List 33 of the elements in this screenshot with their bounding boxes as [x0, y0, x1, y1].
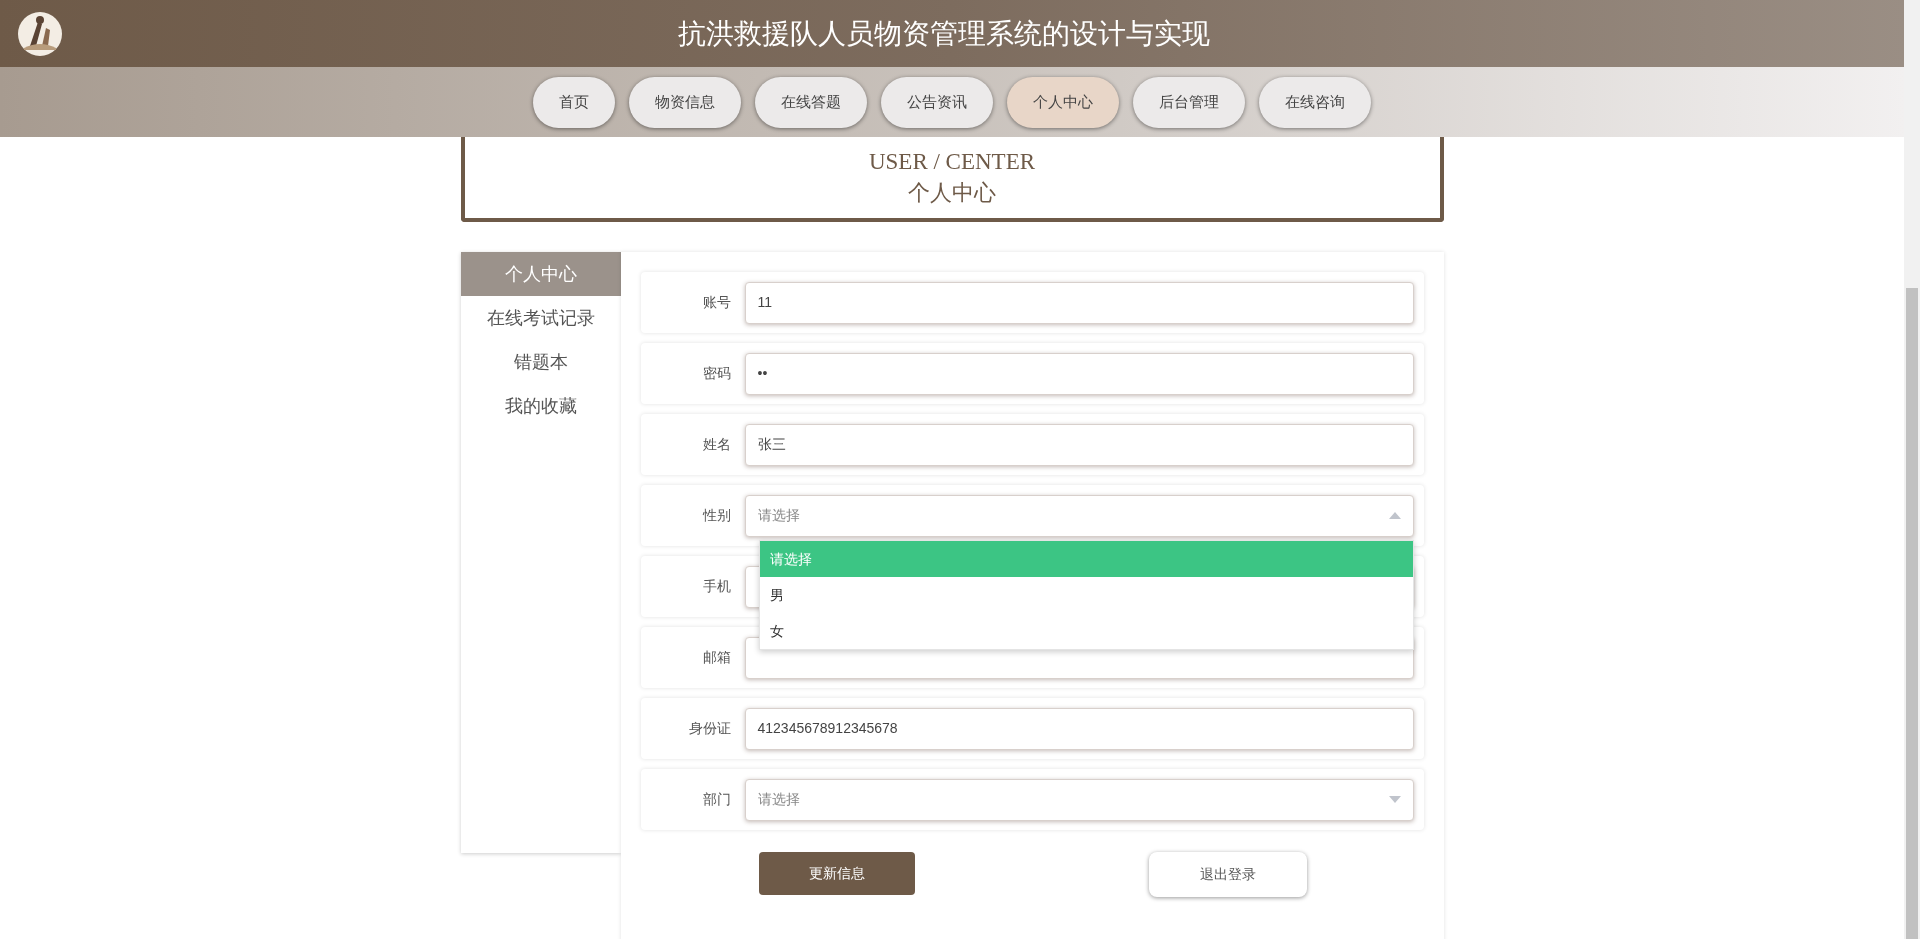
nav-tab[interactable]: 个人中心 [1007, 76, 1119, 128]
sidebar-item[interactable]: 错题本 [460, 340, 621, 384]
nav-tab[interactable]: 在线咨询 [1259, 76, 1371, 128]
input-field[interactable]: 张三 [744, 423, 1414, 466]
field-label: 部门 [701, 790, 732, 809]
input-field[interactable]: 412345678912345678 [744, 707, 1414, 750]
field-label: 身份证 [687, 719, 732, 738]
nav-tab[interactable]: 后台管理 [1133, 76, 1245, 128]
dropdown-option[interactable]: 男 [759, 577, 1413, 613]
field-label: 账号 [701, 293, 732, 312]
select-field[interactable]: 请选择 [744, 494, 1414, 537]
select-field[interactable]: 请选择 [744, 778, 1414, 821]
field-label: 手机 [701, 577, 732, 596]
nav-tab[interactable]: 物资信息 [629, 76, 741, 128]
nav-tab[interactable]: 首页 [533, 76, 615, 128]
logout-button[interactable]: 退出登录 [1148, 852, 1307, 897]
sidebar-item[interactable]: 在线考试记录 [460, 296, 621, 340]
banner-title: USER / CENTER [868, 147, 1036, 176]
field-label: 性别 [701, 506, 732, 525]
nav-tab[interactable]: 公告资讯 [881, 76, 993, 128]
update-button[interactable]: 更新信息 [758, 852, 915, 895]
sidebar-item[interactable]: 我的收藏 [460, 384, 621, 428]
field-label: 邮箱 [701, 648, 732, 667]
input-field[interactable]: •• [744, 352, 1414, 395]
dropdown-option[interactable]: 女 [759, 613, 1413, 649]
input-field[interactable]: 11 [744, 281, 1414, 324]
field-label: 密码 [701, 364, 732, 383]
field-label: 姓名 [701, 435, 732, 454]
nav-tab[interactable]: 在线答题 [755, 76, 867, 128]
site-title: 抗洪救援队人员物资管理系统的设计与实现 [678, 16, 1210, 51]
logo-icon [16, 9, 64, 58]
banner-subtitle: 个人中心 [908, 178, 996, 207]
scrollbar[interactable] [1904, 0, 1920, 939]
